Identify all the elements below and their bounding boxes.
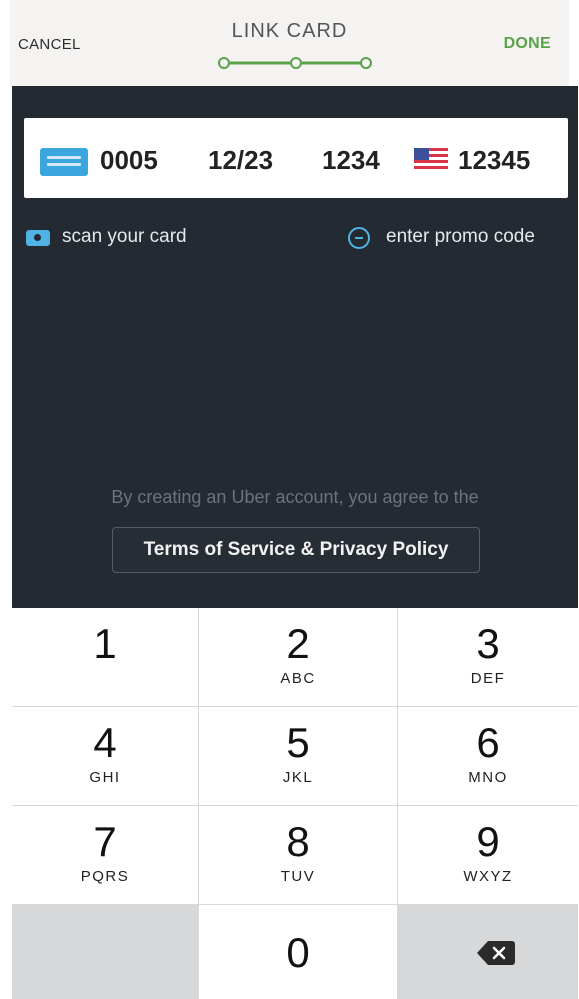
- key-digit: 7: [93, 818, 117, 865]
- key-1[interactable]: 1: [12, 608, 198, 706]
- key-digit: 6: [476, 719, 500, 766]
- amex-card-icon: [40, 148, 88, 176]
- key-letters: TUV: [280, 868, 316, 885]
- key-delete[interactable]: [398, 905, 578, 999]
- keypad-divider: [12, 706, 578, 707]
- key-digit: 2: [286, 620, 310, 667]
- key-3[interactable]: 3 DEF: [398, 608, 578, 706]
- key-2[interactable]: 2 ABC: [199, 608, 397, 706]
- key-digit: 0: [286, 929, 310, 976]
- card-number-field[interactable]: 0005: [100, 145, 158, 176]
- expiry-field[interactable]: 12/23: [208, 145, 273, 176]
- key-digit: 1: [93, 620, 117, 667]
- terms-agreement-text: By creating an Uber account, you agree t…: [111, 487, 479, 507]
- us-flag-icon: [414, 148, 448, 170]
- key-6[interactable]: 6 MNO: [398, 707, 578, 805]
- page-title: LINK CARD: [231, 20, 348, 42]
- key-letters: GHI: [89, 769, 121, 786]
- numeric-keypad: 1 2 ABC 3 DEF 4 GHI 5 JKL 6 MNO 7 PQRS 8…: [12, 608, 578, 999]
- top-bar: [10, 0, 569, 86]
- key-letters: ABC: [280, 670, 316, 687]
- zip-field[interactable]: 12345: [458, 145, 530, 176]
- key-7[interactable]: 7 PQRS: [12, 806, 198, 904]
- keypad-divider: [198, 608, 199, 999]
- key-4[interactable]: 4 GHI: [12, 707, 198, 805]
- key-digit: 4: [93, 719, 117, 766]
- scan-card-label: scan your card: [62, 226, 187, 247]
- key-letters: JKL: [282, 769, 314, 786]
- key-9[interactable]: 9 WXYZ: [398, 806, 578, 904]
- keypad-divider: [12, 805, 578, 806]
- key-digit: 8: [286, 818, 310, 865]
- key-letters: MNO: [468, 769, 508, 786]
- camera-icon: [26, 230, 50, 246]
- done-button[interactable]: DONE: [504, 35, 551, 53]
- key-8[interactable]: 8 TUV: [199, 806, 397, 904]
- keypad-divider: [12, 904, 578, 905]
- key-0[interactable]: 0: [199, 905, 397, 999]
- key-blank: [12, 905, 198, 999]
- key-digit: 3: [476, 620, 500, 667]
- key-5[interactable]: 5 JKL: [199, 707, 397, 805]
- cvv-field[interactable]: 1234: [322, 145, 380, 176]
- keypad-divider: [397, 608, 398, 999]
- backspace-icon: [477, 941, 515, 965]
- key-letters: PQRS: [80, 868, 130, 885]
- step-progress-indicator: [218, 57, 372, 69]
- progress-step-3: [360, 57, 372, 69]
- key-letters: DEF: [470, 670, 506, 687]
- terms-privacy-button[interactable]: Terms of Service & Privacy Policy: [112, 527, 480, 573]
- minus-circle-icon: [348, 227, 370, 249]
- key-digit: 5: [286, 719, 310, 766]
- progress-step-1: [218, 57, 230, 69]
- promo-code-label: enter promo code: [386, 226, 535, 247]
- key-digit: 9: [476, 818, 500, 865]
- key-letters: WXYZ: [463, 868, 513, 885]
- card-input-row[interactable]: 0005 12/23 1234 12345: [24, 118, 568, 198]
- progress-step-2: [290, 57, 302, 69]
